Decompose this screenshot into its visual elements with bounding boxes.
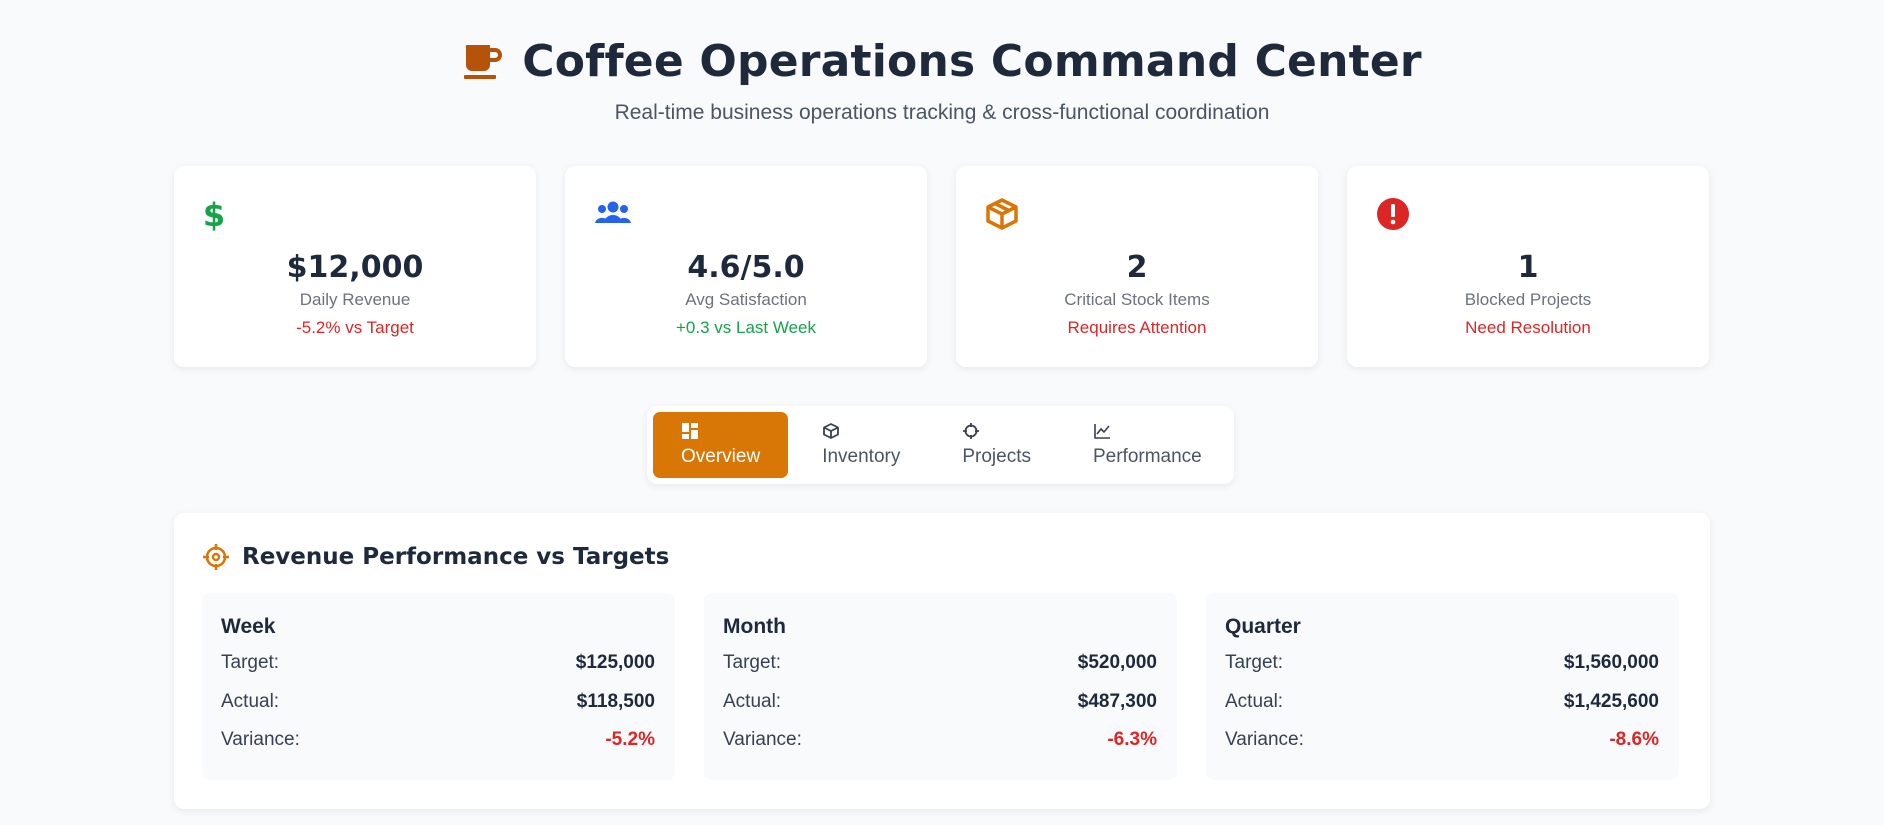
kpi-trend: Requires Attention <box>1067 318 1207 337</box>
tab-label: Performance <box>1092 446 1202 467</box>
actual-value: $1,425,600 <box>1563 690 1659 712</box>
page-header: Coffee Operations Command Center Real-ti… <box>0 0 1884 125</box>
variance-label: Variance: <box>1225 729 1304 750</box>
target-value: $125,000 <box>575 652 655 673</box>
actual-value: $487,300 <box>1077 690 1157 712</box>
variance-row: Variance: -6.3% <box>723 728 1157 767</box>
kpi-card-critical-stock: 2 Critical Stock Items Requires Attentio… <box>956 166 1318 367</box>
target-row: Target: $125,000 <box>221 651 655 690</box>
svg-text:$: $ <box>203 196 225 232</box>
kpi-card-daily-revenue: $ $12,000 Daily Revenue -5.2% vs Target <box>174 166 536 367</box>
kpi-label: Avg Satisfaction <box>685 290 807 309</box>
users-icon <box>595 201 631 223</box>
kpi-trend: Need Resolution <box>1465 318 1591 337</box>
target-label: Target: <box>221 652 280 673</box>
kpi-card-satisfaction: 4.6/5.0 Avg Satisfaction +0.3 vs Last We… <box>565 166 927 367</box>
period-card-month: Month Target: $520,000 Actual: $487,300 … <box>704 593 1177 780</box>
tab-inventory[interactable]: Inventory <box>794 412 928 478</box>
page-subtitle: Real-time business operations tracking &… <box>614 101 1270 124</box>
actual-row: Actual: $1,425,600 <box>1225 690 1659 729</box>
period-card-quarter: Quarter Target: $1,560,000 Actual: $1,42… <box>1206 593 1679 780</box>
target-row: Target: $520,000 <box>723 651 1157 690</box>
kpi-value: $12,000 <box>286 250 424 285</box>
variance-value: -8.6% <box>1609 729 1659 750</box>
variance-value: -5.2% <box>605 729 655 750</box>
kpi-value: 2 <box>1126 250 1148 285</box>
revenue-performance-panel: Revenue Performance vs Targets Week Targ… <box>174 513 1710 809</box>
period-name: Quarter <box>1225 615 1301 638</box>
chart-line-icon <box>1094 424 1110 439</box>
target-value: $1,560,000 <box>1563 652 1659 673</box>
panel-title: Revenue Performance vs Targets <box>242 544 670 570</box>
tab-label: Inventory <box>822 446 901 467</box>
target-icon <box>203 544 229 570</box>
box-icon <box>986 198 1018 230</box>
kpi-label: Blocked Projects <box>1464 290 1592 309</box>
variance-label: Variance: <box>221 729 300 750</box>
title-row: Coffee Operations Command Center <box>0 36 1884 87</box>
grid-icon <box>682 423 698 439</box>
target-row: Target: $1,560,000 <box>1225 651 1659 690</box>
kpi-card-blocked-projects: 1 Blocked Projects Need Resolution <box>1347 166 1709 367</box>
panel-header: Revenue Performance vs Targets <box>202 543 669 571</box>
tab-bar: Overview Inventory Projects Performance <box>647 406 1234 484</box>
kpi-value: 1 <box>1517 250 1539 285</box>
period-name: Week <box>221 615 276 638</box>
actual-value: $118,500 <box>576 690 655 712</box>
period-card-week: Week Target: $125,000 Actual: $118,500 V… <box>202 593 675 780</box>
kpi-label: Daily Revenue <box>299 290 411 309</box>
tab-label: Overview <box>681 446 761 467</box>
variance-row: Variance: -5.2% <box>221 728 655 767</box>
kpi-trend: +0.3 vs Last Week <box>675 318 816 337</box>
variance-row: Variance: -8.6% <box>1225 728 1659 767</box>
page-title: Coffee Operations Command Center <box>522 36 1422 87</box>
target-label: Target: <box>723 652 782 673</box>
dashboard-page: Coffee Operations Command Center Real-ti… <box>0 0 1884 825</box>
kpi-value: 4.6/5.0 <box>687 250 805 285</box>
kpi-label: Critical Stock Items <box>1064 290 1210 309</box>
actual-label: Actual: <box>723 690 782 712</box>
target-label: Target: <box>1225 652 1284 673</box>
tab-label: Projects <box>962 446 1031 467</box>
target-value: $520,000 <box>1077 652 1157 673</box>
period-name: Month <box>723 615 786 638</box>
variance-label: Variance: <box>723 729 802 750</box>
tab-overview[interactable]: Overview <box>653 412 789 478</box>
kpi-cards: $ $12,000 Daily Revenue -5.2% vs Target … <box>174 166 1709 367</box>
tab-projects[interactable]: Projects <box>928 412 1059 478</box>
coffee-cup-icon <box>464 44 503 79</box>
target-icon <box>963 423 980 439</box>
actual-label: Actual: <box>221 690 280 712</box>
alert-icon <box>1377 198 1409 230</box>
actual-row: Actual: $487,300 <box>723 690 1157 729</box>
period-cards: Week Target: $125,000 Actual: $118,500 V… <box>202 593 1679 780</box>
variance-value: -6.3% <box>1107 729 1157 750</box>
kpi-trend: -5.2% vs Target <box>296 318 414 337</box>
actual-row: Actual: $118,500 <box>221 690 655 729</box>
actual-label: Actual: <box>1225 690 1284 712</box>
box-icon <box>823 423 840 439</box>
tab-performance[interactable]: Performance <box>1059 412 1230 478</box>
dollar-icon: $ <box>203 196 225 232</box>
